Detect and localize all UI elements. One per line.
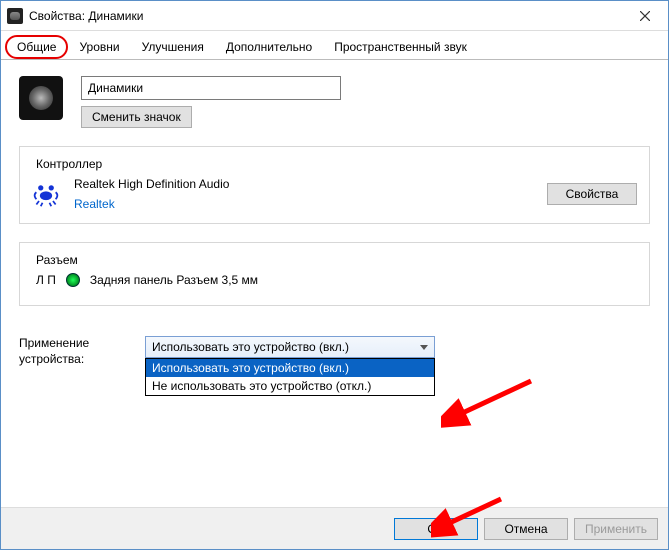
- tab-general[interactable]: Общие: [5, 35, 68, 59]
- device-usage-option-on[interactable]: Использовать это устройство (вкл.): [146, 359, 434, 377]
- device-usage-selected: Использовать это устройство (вкл.): [152, 340, 349, 354]
- jack-channel-label: Л П: [36, 273, 56, 287]
- controller-properties-button[interactable]: Свойства: [547, 183, 637, 205]
- dialog-footer: OK Отмена Применить: [1, 507, 668, 549]
- window-title: Свойства: Динамики: [29, 9, 622, 23]
- tab-enhancements[interactable]: Улучшения: [131, 35, 215, 59]
- device-usage-dropdown-list: Использовать это устройство (вкл.) Не ис…: [145, 358, 435, 396]
- tab-levels[interactable]: Уровни: [68, 35, 130, 59]
- annotation-arrow-icon: [441, 371, 541, 431]
- tab-advanced[interactable]: Дополнительно: [215, 35, 323, 59]
- jack-green-icon: [66, 273, 80, 287]
- tab-spatial[interactable]: Пространственный звук: [323, 35, 478, 59]
- device-usage-combobox[interactable]: Использовать это устройство (вкл.): [145, 336, 435, 358]
- controller-group: Контроллер Realtek High Definition Audio…: [19, 146, 650, 224]
- device-usage-option-off[interactable]: Не использовать это устройство (откл.): [146, 377, 434, 395]
- speaker-icon: [7, 8, 23, 24]
- tab-strip: Общие Уровни Улучшения Дополнительно Про…: [1, 31, 668, 60]
- change-icon-button[interactable]: Сменить значок: [81, 106, 192, 128]
- ok-button[interactable]: OK: [394, 518, 478, 540]
- tab-content-general: Сменить значок Контроллер Realtek High D…: [1, 60, 668, 377]
- realtek-crab-icon: [32, 180, 60, 208]
- controller-vendor-link[interactable]: Realtek: [74, 197, 533, 211]
- jack-group: Разъем Л П Задняя панель Разъем 3,5 мм: [19, 242, 650, 306]
- controller-group-title: Контроллер: [32, 157, 106, 171]
- close-button[interactable]: [622, 1, 668, 31]
- device-usage-label: Применение устройства:: [19, 336, 129, 367]
- device-name-input[interactable]: [81, 76, 341, 100]
- jack-group-title: Разъем: [32, 253, 82, 267]
- apply-button[interactable]: Применить: [574, 518, 658, 540]
- controller-name: Realtek High Definition Audio: [74, 177, 533, 191]
- close-icon: [640, 11, 650, 21]
- device-speaker-icon: [19, 76, 63, 120]
- titlebar: Свойства: Динамики: [1, 1, 668, 31]
- jack-desc: Задняя панель Разъем 3,5 мм: [90, 273, 258, 287]
- cancel-button[interactable]: Отмена: [484, 518, 568, 540]
